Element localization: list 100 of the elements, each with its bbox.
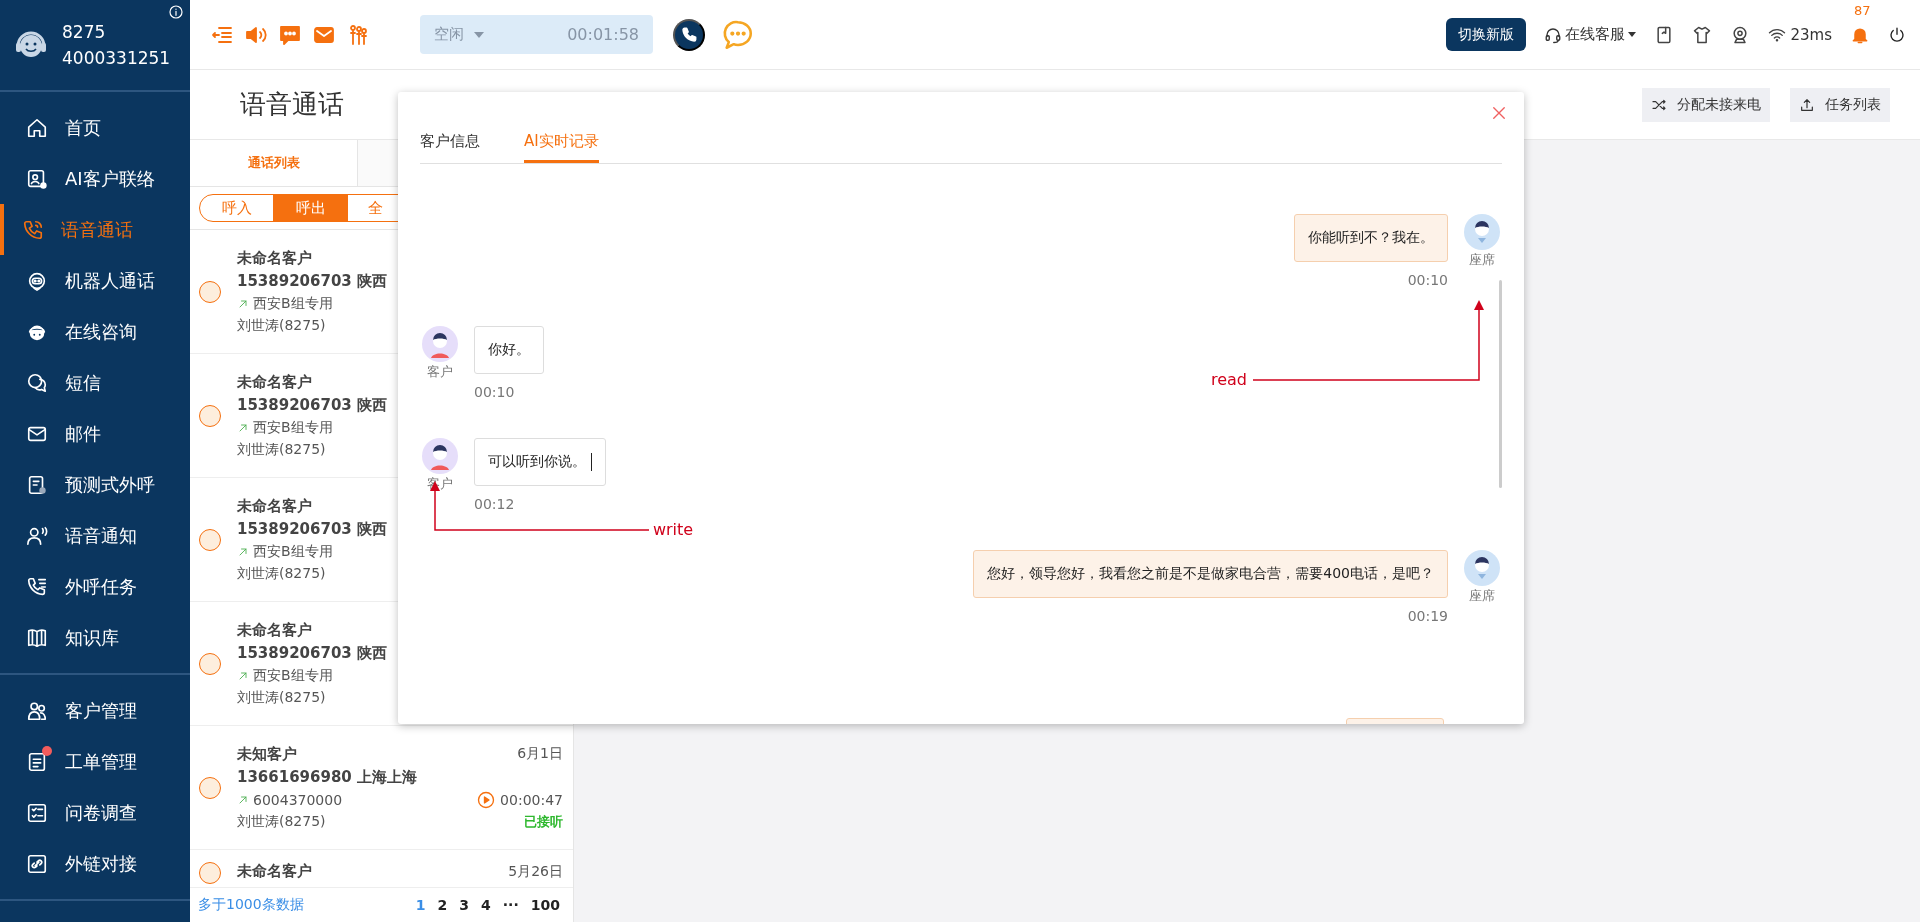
power-icon — [1888, 25, 1906, 44]
select-circle[interactable] — [199, 652, 221, 675]
message-time: 00:12 — [474, 496, 516, 512]
speaker-label: 座席 — [1469, 251, 1495, 269]
page-link[interactable]: 3 — [456, 897, 473, 913]
message-time: 00:10 — [474, 384, 516, 400]
sidebar-item[interactable]: 问卷调查 — [0, 787, 190, 838]
service-menu[interactable]: 在线客服 — [1565, 25, 1626, 44]
link-icon — [26, 852, 48, 875]
select-circle[interactable] — [199, 862, 221, 884]
call-timer: 00:01:58 — [567, 25, 639, 44]
page-link[interactable]: 2 — [434, 897, 451, 913]
scrollbar[interactable] — [1499, 280, 1502, 488]
phone-icon — [22, 218, 44, 241]
people-icon — [26, 699, 48, 722]
message-time: 00:10 — [1407, 272, 1448, 288]
message-bubble: 您好，领导您好，我看您之前是不是做家电合营，需要400电话，是吧？ — [973, 550, 1448, 598]
headset-icon — [1544, 25, 1563, 44]
outgoing-arrow-icon — [237, 421, 249, 434]
sidebar-item[interactable]: 工单管理 — [0, 736, 190, 787]
sidebar-item[interactable]: 首页 — [0, 102, 190, 153]
sidebar-label: 工单管理 — [65, 749, 137, 774]
extension-number: 8275 — [62, 22, 107, 42]
sidebar-item[interactable]: AI客户联络 — [0, 153, 190, 204]
annotation-label: write — [652, 520, 694, 539]
record-count: 多于1000条数据 — [198, 896, 304, 914]
sidebar-label: 语音通话 — [61, 217, 133, 242]
latency-text: 23ms — [1790, 25, 1832, 44]
customer-name: 未命名客户 — [237, 372, 312, 392]
outgoing-arrow-icon — [237, 669, 249, 682]
speaker-label: 座席 — [1469, 587, 1495, 605]
sidebar-label: AI客户联络 — [65, 166, 155, 191]
agent-name: 刘世涛(8275) — [237, 812, 326, 831]
agent-name: 刘世涛(8275) — [237, 688, 326, 707]
page-link[interactable]: 100 — [527, 897, 563, 913]
checklist-icon — [26, 801, 48, 824]
sidebar-label: 外呼任务 — [65, 574, 137, 599]
phone-number: 4000331251 — [62, 48, 171, 68]
select-circle[interactable] — [199, 776, 221, 799]
phone-location: 15389206703 陕西 — [237, 395, 388, 415]
sidebar-label: 语音通知 — [65, 523, 137, 548]
dialog-tab[interactable]: 客户信息 — [420, 132, 480, 163]
sidebar-label: 预测式外呼 — [65, 472, 155, 497]
select-circle[interactable] — [199, 528, 221, 551]
phone-button[interactable] — [673, 18, 705, 51]
sidebar-label: 邮件 — [65, 421, 101, 446]
sidebar-item[interactable]: 语音通知 — [0, 510, 190, 561]
call-item[interactable]: 未知客户 6月1日 13661696980 上海上海 6004370000 00:00:47 刘世涛(8275) 已接听 — [190, 726, 573, 850]
message-bubble: 可以听到你说。 — [474, 438, 606, 486]
line-text: 6004370000 — [253, 791, 343, 808]
sidebar-item[interactable]: 在线咨询 — [0, 306, 190, 357]
play-icon — [477, 790, 496, 809]
phone-icon — [680, 25, 698, 44]
page-title: 语音通话 — [240, 88, 344, 121]
avatar-icon — [422, 438, 458, 474]
sidebar-label: 知识库 — [65, 625, 119, 650]
info-icon — [168, 4, 184, 20]
customer-name: 未命名客户 — [237, 620, 312, 640]
sidebar-item[interactable]: 客户管理 — [0, 685, 190, 736]
caret-icon — [474, 31, 484, 38]
customer-name: 未知客户 — [237, 744, 297, 764]
sidebar-item[interactable]: 外链对接 — [0, 838, 190, 889]
sidebar-item[interactable]: 预测式外呼 — [0, 459, 190, 510]
contact-card-icon — [26, 167, 48, 190]
sidebar-label: 问卷调查 — [65, 800, 137, 825]
call-duration: 00:00:47 — [500, 791, 563, 808]
customer-name: 未命名客户 — [237, 496, 312, 516]
phone-location: 15389206703 陕西 — [237, 519, 388, 539]
outgoing-arrow-icon — [237, 545, 249, 558]
agent-name: 刘世涛(8275) — [237, 440, 326, 459]
agent-name: 刘世涛(8275) — [237, 316, 326, 335]
notification-count: 87 — [1854, 2, 1871, 18]
message-bubble: 你能听到不？我在。 — [1294, 214, 1448, 262]
message-time: 00:19 — [1407, 608, 1448, 624]
sidebar-item[interactable]: 邮件 — [0, 408, 190, 459]
upload-icon — [1799, 96, 1815, 113]
sidebar-item[interactable]: 知识库 — [0, 612, 190, 663]
book-icon — [26, 626, 48, 649]
select-circle[interactable] — [199, 280, 221, 303]
page-link[interactable]: ··· — [499, 897, 522, 913]
chat-bubbles-icon — [26, 371, 48, 394]
select-circle[interactable] — [199, 404, 221, 427]
phone-location: 15389206703 陕西 — [237, 643, 388, 663]
assign-missed-calls-button[interactable]: 分配未接来电 — [1642, 87, 1770, 122]
phone-list-icon — [26, 575, 48, 598]
sidebar-label: 客户管理 — [65, 698, 137, 723]
call-date: 6月1日 — [517, 745, 563, 763]
caret-icon — [1628, 32, 1637, 37]
shirt-icon — [1692, 24, 1713, 45]
task-list-button[interactable]: 任务列表 — [1790, 87, 1890, 122]
line-text: 西安B组专用 — [253, 542, 333, 561]
sidebar-item[interactable]: 机器人通话 — [0, 255, 190, 306]
switch-version-button[interactable]: 切换新版 — [1446, 18, 1527, 51]
form-icon — [26, 750, 48, 773]
page-link[interactable]: 4 — [478, 897, 494, 913]
line-text: 西安B组专用 — [253, 418, 333, 437]
sidebar-item[interactable]: 短信 — [0, 357, 190, 408]
annotation-label: read — [1211, 370, 1247, 389]
sidebar-item[interactable]: 外呼任务 — [0, 561, 190, 612]
phone-location: 13661696980 上海上海 — [237, 767, 418, 787]
